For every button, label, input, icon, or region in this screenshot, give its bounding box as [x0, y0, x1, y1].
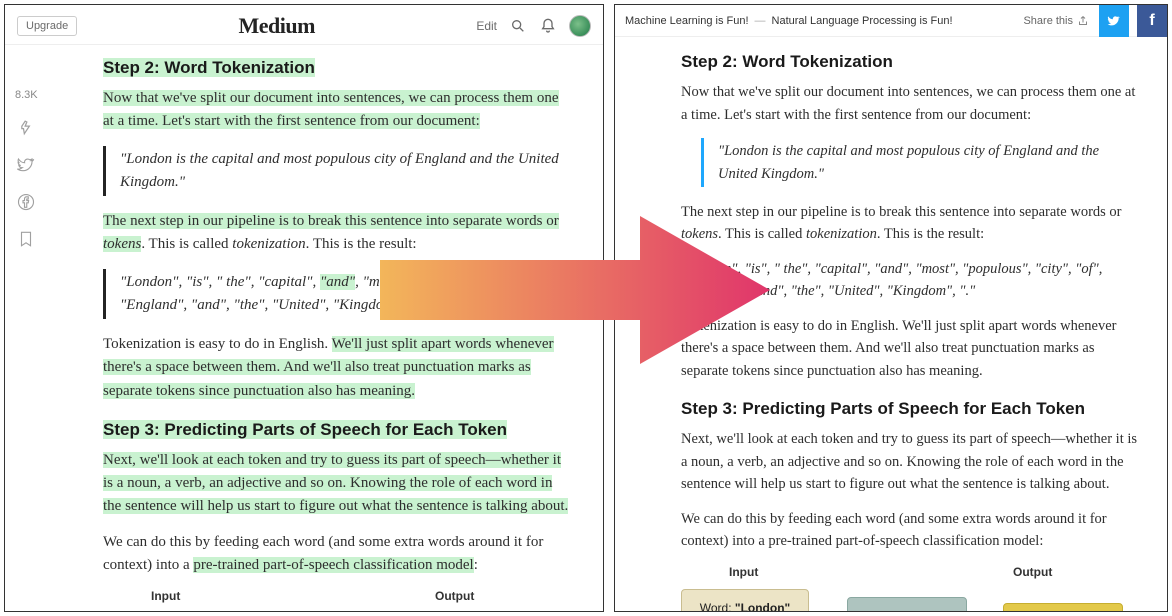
step2-para1: Now that we've split our document into s…	[103, 87, 573, 134]
avatar[interactable]	[569, 15, 591, 37]
medium-logo: Medium	[239, 13, 315, 39]
crumb-sep: —	[755, 15, 766, 27]
crumb-page[interactable]: Natural Language Processing is Fun!	[772, 15, 953, 27]
clap-icon[interactable]	[16, 117, 36, 140]
medium-header: Upgrade Medium Edit	[5, 5, 603, 45]
diagram-output-label: Output	[1013, 565, 1052, 579]
search-icon[interactable]	[509, 17, 527, 35]
article-body-left: Step 2: Word Tokenization Now that we've…	[103, 55, 573, 611]
diagram-output-label: Output	[435, 589, 474, 603]
left-rail: 8.3K	[15, 89, 38, 251]
clap-count: 8.3K	[15, 89, 38, 101]
twitter-icon[interactable]	[17, 156, 35, 177]
diagram-model-box: Part of Speech Prediction Model	[847, 597, 967, 611]
step3-para2: We can do this by feeding each word (and…	[103, 531, 573, 578]
step2-para2: The next step in our pipeline is to brea…	[103, 210, 573, 257]
share-label: Share this	[1023, 15, 1091, 27]
blog-header: Machine Learning is Fun! — Natural Langu…	[615, 5, 1167, 37]
upgrade-button[interactable]: Upgrade	[17, 16, 77, 36]
bookmark-icon[interactable]	[17, 230, 35, 251]
step2-quote-r: "London is the capital and most populous…	[701, 138, 1139, 187]
step2-tokens-r: "London", "is", " the", "capital", "and"…	[681, 258, 1139, 303]
step2-para3-r: Tokenization is easy to do in English. W…	[681, 315, 1139, 382]
medium-panel: Upgrade Medium Edit 8.3K	[4, 4, 604, 612]
heading-step3: Step 3: Predicting Parts of Speech for E…	[103, 419, 573, 441]
facebook-share-button[interactable]: f	[1137, 5, 1167, 37]
step2-para1-r: Now that we've split our document into s…	[681, 81, 1139, 126]
step3-para1: Next, we'll look at each token and try t…	[103, 449, 573, 519]
facebook-icon[interactable]	[17, 193, 35, 214]
twitter-share-button[interactable]	[1099, 5, 1129, 37]
bell-icon[interactable]	[539, 17, 557, 35]
step2-para2-r: The next step in our pipeline is to brea…	[681, 201, 1139, 246]
heading-step2: Step 2: Word Tokenization	[103, 57, 573, 79]
pos-diagram-right: Input Output Word: "London" Surrounding …	[681, 565, 1139, 611]
crumb-site[interactable]: Machine Learning is Fun!	[625, 15, 749, 27]
diagram-input-box: Word: "London" Surrounding words: "is", …	[681, 589, 809, 611]
step2-para3: Tokenization is easy to do in English. W…	[103, 333, 573, 403]
step2-tokens: "London", "is", " the", "capital", "and"…	[103, 269, 573, 320]
diagram-input-label: Input	[729, 565, 758, 579]
pos-diagram-left: Input Output Word: "London" Surrounding …	[103, 589, 573, 611]
heading-step3-r: Step 3: Predicting Parts of Speech for E…	[681, 398, 1139, 420]
blog-panel: Machine Learning is Fun! — Natural Langu…	[614, 4, 1168, 612]
step3-para1-r: Next, we'll look at each token and try t…	[681, 428, 1139, 495]
diagram-output-box: "PROPER_NOUN"	[1003, 603, 1123, 611]
diagram-input-label: Input	[151, 589, 180, 603]
breadcrumb: Machine Learning is Fun! — Natural Langu…	[615, 15, 953, 27]
step2-quote: "London is the capital and most populous…	[103, 146, 573, 197]
article-body-right: Step 2: Word Tokenization Now that we've…	[681, 49, 1139, 611]
heading-step2-r: Step 2: Word Tokenization	[681, 51, 1139, 73]
step3-para2-r: We can do this by feeding each word (and…	[681, 508, 1139, 553]
edit-link[interactable]: Edit	[476, 19, 497, 33]
